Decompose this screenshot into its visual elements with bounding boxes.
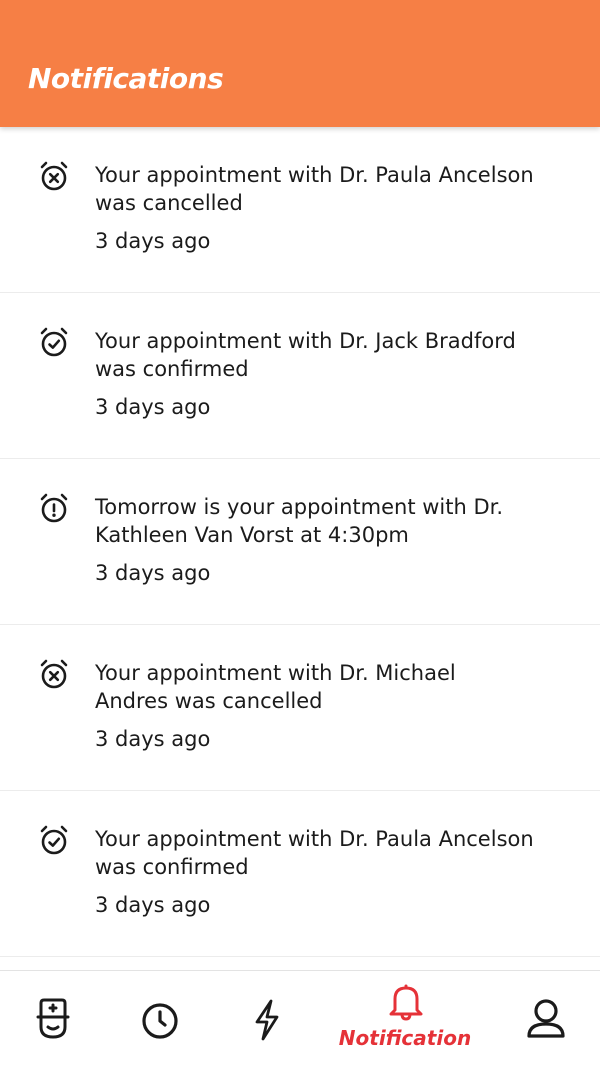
notification-message: Your appointment with Dr. Jack Bradford … <box>95 329 516 381</box>
app-header: Notifications <box>0 0 600 127</box>
notification-time: 3 days ago <box>95 727 211 751</box>
alarm-cancel-icon <box>40 161 68 191</box>
notification-message: Your appointment with Dr. Michael Andres… <box>95 661 456 713</box>
clock-icon <box>142 1003 178 1039</box>
nav-doctors-button[interactable] <box>18 971 88 1068</box>
notification-message: Tomorrow is your appointment with Dr. Ka… <box>95 495 504 547</box>
notification-message: Your appointment with Dr. Paula Ancelson… <box>95 827 534 879</box>
notification-message: Your appointment with Dr. Paula Ancelson… <box>95 163 534 215</box>
notification-time: 3 days ago <box>95 561 211 585</box>
notification-list: Your appointment with Dr. Paula Ancelson… <box>0 127 600 957</box>
alarm-check-icon <box>40 825 68 855</box>
notification-time: 3 days ago <box>95 395 211 419</box>
nav-appointments-button[interactable] <box>125 971 195 1068</box>
nurse-icon <box>36 998 70 1039</box>
notification-item[interactable]: Your appointment with Dr. Paula Ancelson… <box>0 791 600 957</box>
nav-quick-actions-button[interactable] <box>232 971 302 1068</box>
nav-profile-button[interactable] <box>510 971 580 1068</box>
notification-item[interactable]: Your appointment with Dr. Michael Andres… <box>0 625 600 791</box>
notification-item[interactable]: Tomorrow is your appointment with Dr. Ka… <box>0 459 600 625</box>
alarm-check-icon <box>40 327 68 357</box>
notification-time: 3 days ago <box>95 229 211 253</box>
notification-time: 3 days ago <box>95 893 211 917</box>
bell-icon <box>389 984 423 1021</box>
page-title: Notifications <box>28 62 224 95</box>
notification-item[interactable]: Your appointment with Dr. Paula Ancelson… <box>0 127 600 293</box>
nav-notification-label: Notification <box>338 1026 472 1050</box>
alarm-alert-icon <box>40 493 68 523</box>
lightning-icon <box>255 999 279 1041</box>
nav-notification-button[interactable]: Notification <box>330 971 480 1068</box>
alarm-cancel-icon <box>40 659 68 689</box>
notification-item[interactable]: Your appointment with Dr. Jack Bradford … <box>0 293 600 459</box>
bottom-navigation: Notification <box>0 970 600 1068</box>
user-icon <box>527 999 565 1038</box>
